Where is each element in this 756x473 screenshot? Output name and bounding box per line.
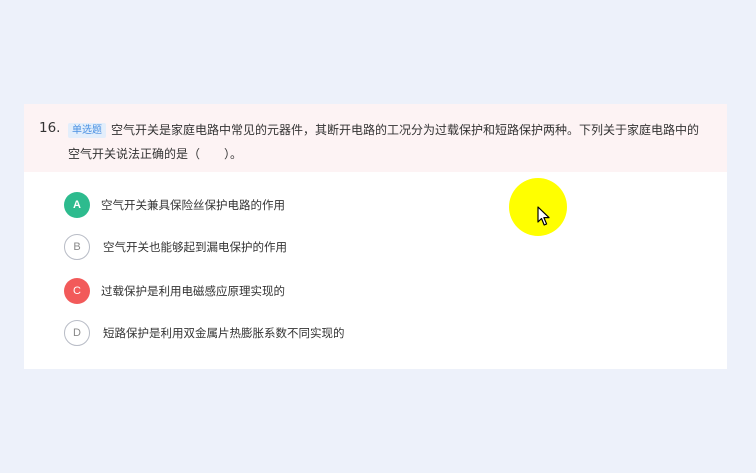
option-d-marker: D bbox=[64, 320, 90, 346]
option-a-marker: A bbox=[64, 192, 90, 218]
option-a-text: 空气开关兼具保险丝保护电路的作用 bbox=[101, 198, 285, 212]
option-b[interactable]: B 空气开关也能够起到漏电保护的作用 bbox=[64, 234, 664, 260]
question-text: 空气开关是家庭电路中常见的元器件，其断开电路的工况分为过载保护和短路保护两种。下… bbox=[68, 123, 700, 161]
question-number: 16. bbox=[39, 120, 61, 136]
option-c[interactable]: C 过载保护是利用电磁感应原理实现的 bbox=[64, 278, 664, 304]
mouse-pointer-icon bbox=[537, 206, 550, 226]
option-d-text: 短路保护是利用双金属片热膨胀系数不同实现的 bbox=[103, 326, 345, 340]
question-type-badge: 单选题 bbox=[68, 123, 106, 138]
option-b-marker: B bbox=[64, 234, 90, 260]
option-a[interactable]: A 空气开关兼具保险丝保护电路的作用 bbox=[64, 192, 664, 218]
option-c-text: 过载保护是利用电磁感应原理实现的 bbox=[101, 284, 285, 298]
question-header: 16. 单选题 空气开关是家庭电路中常见的元器件，其断开电路的工况分为过载保护和短… bbox=[24, 104, 727, 172]
question-card: 16. 单选题 空气开关是家庭电路中常见的元器件，其断开电路的工况分为过载保护和短… bbox=[24, 104, 727, 369]
option-d[interactable]: D 短路保护是利用双金属片热膨胀系数不同实现的 bbox=[64, 320, 664, 346]
option-c-marker: C bbox=[64, 278, 90, 304]
option-b-text: 空气开关也能够起到漏电保护的作用 bbox=[103, 240, 287, 254]
question-stem: 单选题 空气开关是家庭电路中常见的元器件，其断开电路的工况分为过载保护和短路保护两… bbox=[68, 118, 710, 166]
